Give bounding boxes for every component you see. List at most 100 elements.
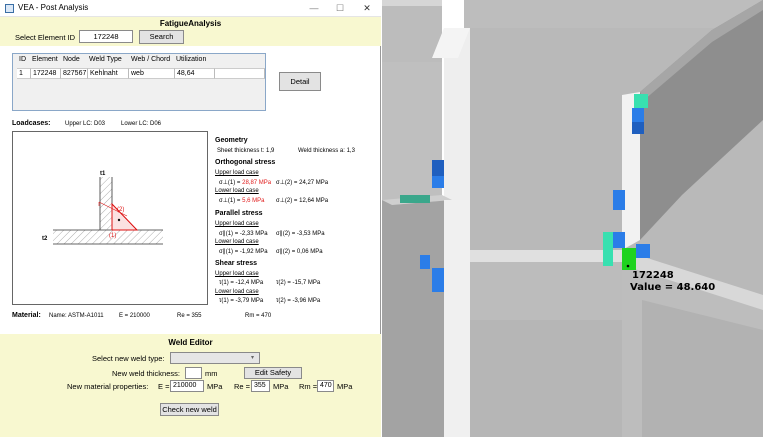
material-rm: Rm = 470 [245, 313, 272, 319]
weld-point-marker [117, 218, 121, 222]
geometry-heading: Geometry [215, 137, 248, 144]
post-analysis-window: VEA - Post Analysis — ☐ ✕ FatigueAnalysi… [0, 0, 381, 437]
material-name: Name: ASTM-A1011 [49, 313, 104, 319]
weld-element [420, 255, 430, 269]
weld-editor-title: Weld Editor [168, 338, 213, 347]
3d-viewport[interactable]: 172248 Value = 48.640 [382, 0, 763, 437]
col-header-weld-type[interactable]: Weld Type [89, 56, 122, 66]
shear-upper-label: Upper load case [215, 271, 259, 277]
orthogonal-upper-label: Upper load case [215, 170, 259, 176]
title-bar: VEA - Post Analysis — ☐ ✕ [0, 0, 381, 17]
cell-element[interactable]: 172248 [31, 68, 61, 79]
fatigue-analysis-title: FatigueAnalysis [159, 19, 222, 28]
parallel-heading: Parallel stress [215, 210, 263, 217]
weld-element [613, 232, 625, 248]
orthogonal-heading: Orthogonal stress [215, 159, 276, 166]
search-button[interactable]: Search [139, 30, 184, 44]
orthogonal-upper-1: σ⊥(1) = 28,87 MPa [219, 179, 271, 186]
e-unit: MPa [207, 382, 223, 391]
cell-utilization[interactable]: 48,64 [175, 68, 215, 79]
shear-upper-1: τ(1) = -12,4 MPa [219, 280, 264, 286]
weld-label-1: (1) [109, 233, 116, 239]
node-marker [626, 264, 630, 268]
lower-web [444, 200, 470, 437]
weld-element [400, 195, 430, 203]
results-table[interactable]: ID Element Node Weld Type Web / Chord Ut… [12, 53, 266, 111]
orthogonal-lower-1-number: 5,6 MPa [242, 198, 265, 204]
parallel-lower-label: Lower load case [215, 239, 259, 245]
weld-element [634, 94, 648, 108]
search-panel: FatigueAnalysis Select Element ID 172248… [0, 17, 381, 46]
maximize-button[interactable]: ☐ [328, 1, 352, 15]
window-title: VEA - Post Analysis [18, 3, 89, 12]
shear-lower-2: τ(2) = -3,96 MPa [276, 298, 321, 304]
weld-element [432, 268, 444, 292]
weld-thickness-input[interactable] [185, 367, 202, 379]
col-header-node[interactable]: Node [63, 56, 80, 66]
check-new-weld-button[interactable]: Check new weld [160, 403, 219, 416]
cell-weld-type[interactable]: Kehlnaht [88, 68, 129, 79]
value-label: Value = 48.640 [630, 282, 715, 293]
orthogonal-lower-1: σ⊥(1) = 5,6 MPa [219, 198, 265, 204]
weld-element [632, 122, 644, 134]
cell-empty[interactable] [215, 68, 265, 79]
shear-lower-1: τ(1) = -3,79 MPa [219, 298, 264, 304]
rm-label: Rm = [299, 382, 318, 391]
weld-type-select[interactable] [170, 352, 260, 364]
e-input[interactable]: 210000 [170, 380, 204, 392]
close-button[interactable]: ✕ [355, 1, 379, 15]
weld-thickness-label: New weld thickness: [112, 369, 180, 378]
col-header-id[interactable]: ID [19, 56, 26, 66]
shear-lower-label: Lower load case [215, 289, 259, 295]
weld-element [636, 244, 650, 258]
cell-web-chord[interactable]: web [129, 68, 175, 79]
3d-model-render[interactable]: 172248 Value = 48.640 [382, 0, 763, 437]
element-id-input[interactable]: 172248 [79, 30, 133, 43]
orthogonal-lower-label: Lower load case [215, 188, 259, 194]
weld-diagram: t1 t2 (2) (1) [12, 131, 208, 305]
material-props-label: New material properties: [67, 382, 149, 391]
parallel-upper-2: σ∥(2) = -3,53 MPa [276, 231, 325, 237]
detail-button[interactable]: Detail [279, 72, 321, 91]
parallel-upper-label: Upper load case [215, 221, 259, 227]
t2-label: t2 [42, 236, 48, 242]
cell-node[interactable]: 827567 [61, 68, 88, 79]
chevron-down-icon[interactable]: ▾ [251, 354, 254, 361]
orthogonal-upper-2: σ⊥(2) = 24,27 MPa [276, 180, 329, 186]
sheet-thickness: Sheet thickness t: 1,9 [217, 148, 275, 154]
select-element-label: Select Element ID [15, 33, 76, 42]
weld-element [632, 108, 644, 122]
re-input[interactable]: 355 [251, 380, 270, 392]
node-id-label: 172248 [632, 270, 674, 281]
base-plate-hatch [53, 230, 163, 244]
weld-element [603, 232, 613, 266]
re-unit: MPa [273, 382, 289, 391]
re-label: Re = [234, 382, 251, 391]
weld-editor-panel: Weld Editor Select new weld type: ▾ New … [0, 334, 381, 437]
material-label: Material: [12, 312, 41, 319]
parallel-lower-1: σ∥(1) = -1,92 MPa [219, 249, 268, 255]
col-header-web-chord[interactable]: Web / Chord [131, 56, 170, 66]
weld-thickness-unit: mm [205, 369, 218, 378]
panel-top [464, 0, 763, 28]
panel-lower-left [382, 200, 452, 437]
rm-input[interactable]: 470 [317, 380, 334, 392]
cell-id[interactable]: 1 [17, 68, 31, 79]
material-re: Re = 355 [177, 313, 202, 319]
minimize-button[interactable]: — [302, 1, 326, 15]
orthogonal-lower-2: σ⊥(2) = 12,64 MPa [276, 198, 329, 204]
col-header-element[interactable]: Element [32, 56, 58, 66]
loadcases-label: Loadcases: [12, 120, 51, 127]
lower-lc-value: Lower LC: D06 [121, 121, 162, 127]
col-header-utilization[interactable]: Utilization [176, 56, 206, 66]
parallel-upper-1: σ∥(1) = -2,33 MPa [219, 231, 268, 237]
weld-type-label: Select new weld type: [92, 354, 165, 363]
material-e: E = 210000 [119, 313, 150, 319]
weld-element [613, 190, 625, 210]
parallel-lower-2: σ∥(2) = 0,06 MPa [276, 249, 323, 255]
weld-thickness: Weld thickness a: 1,3 [298, 148, 355, 154]
weld-diagram-drawing: t1 t2 (2) (1) [42, 171, 163, 245]
weld-element [432, 176, 444, 188]
edit-safety-button[interactable]: Edit Safety [244, 367, 302, 379]
app-icon [5, 4, 14, 13]
